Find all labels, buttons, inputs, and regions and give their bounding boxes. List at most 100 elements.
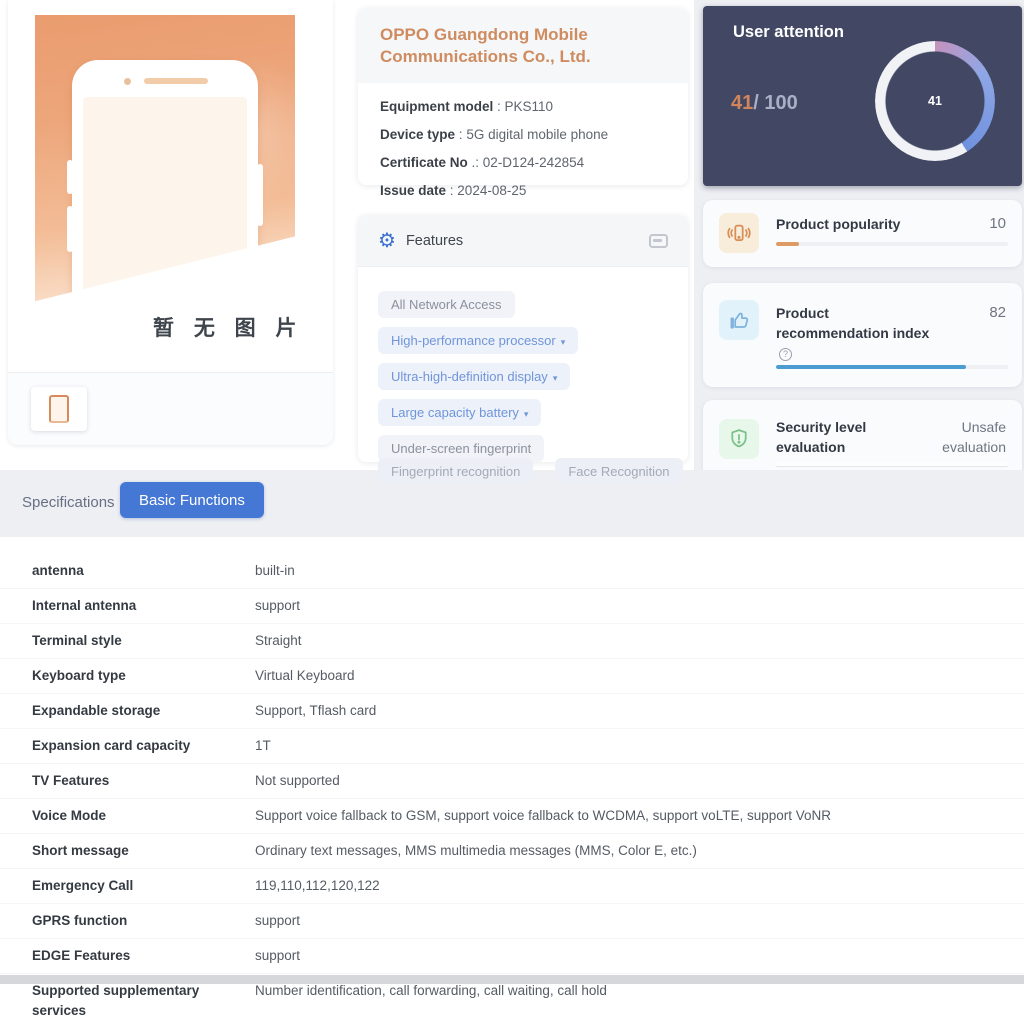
phone-side-button [257,164,263,226]
spec-table-row: antennabuilt-in [0,554,1024,589]
field-label: Equipment model [380,99,493,114]
spec-table-row: Voice ModeSupport voice fallback to GSM,… [0,799,1024,834]
feature-tag[interactable]: Ultra-high-definition display▾ [378,363,570,390]
phone-side-button [67,160,73,194]
spec-label: antenna [0,561,223,581]
product-image-placeholder: 暂 无 图 片 [35,15,295,345]
features-title: Features [406,233,463,249]
phone-side-button [67,206,73,252]
user-attention-score: 41/ 100 [731,92,798,115]
spec-label: EDGE Features [0,946,223,966]
chevron-down-icon: ▾ [553,373,558,383]
spec-value: built-in [223,561,1024,581]
field-separator: : [446,183,457,198]
user-attention-card: User attention 41/ 100 41 [703,6,1022,186]
spec-table-row: TV FeaturesNot supported [0,764,1024,799]
company-fields: Equipment model : PKS110 Device type : 5G… [358,83,688,198]
gear-icon: ⚙ [378,231,396,251]
spec-label: Terminal style [0,631,223,651]
field-separator: : [455,127,466,142]
field-separator: .: [468,155,483,170]
spec-value: 119,110,112,120,122 [223,876,1024,896]
metric-title: Security level evaluation [776,417,896,457]
phone-camera-dot [124,78,131,85]
feature-tag-list: All Network Access High-performance proce… [358,267,688,462]
tab-specifications[interactable]: Specifications [22,494,115,511]
metric-value: 10 [989,214,1006,234]
metric-progress-fill [776,242,799,246]
metric-progress-track [776,242,1008,246]
company-name: OPPO Guangdong Mobile Communications Co.… [380,24,666,69]
field-value: 2024-08-25 [457,183,526,198]
spec-table-row: Emergency Call119,110,112,120,122 [0,869,1024,904]
spec-label: Short message [0,841,223,861]
spec-label: Emergency Call [0,876,223,896]
spec-table-row: Short messageOrdinary text messages, MMS… [0,834,1024,869]
product-popularity-card: Product popularity 10 [703,200,1022,267]
spec-label: Voice Mode [0,806,223,826]
tab-basic-functions[interactable]: Basic Functions [120,482,264,518]
score-denominator: / 100 [753,92,797,114]
field-label: Device type [380,127,455,142]
metric-progress-fill [776,365,966,369]
spec-value: support [223,946,1024,966]
spec-label: Expandable storage [0,701,223,721]
spec-label: Expansion card capacity [0,736,223,756]
feature-tag[interactable]: Large capacity battery▾ [378,399,541,426]
feature-tag[interactable]: Fingerprint recognition [378,458,533,484]
spec-table-row: Keyboard typeVirtual Keyboard [0,659,1024,694]
company-card-header: OPPO Guangdong Mobile Communications Co.… [358,8,688,83]
score-value: 41 [731,92,753,114]
field-separator: : [493,99,504,114]
spec-table-row: Expandable storageSupport, Tflash card [0,694,1024,729]
spec-table-row: EDGE Featuressupport [0,939,1024,974]
field-value: PKS110 [505,99,554,114]
spec-value: Not supported [223,771,1024,791]
features-header: ⚙ Features [358,215,688,267]
card-view-icon[interactable] [649,234,668,248]
chevron-down-icon: ▾ [561,337,566,347]
product-image-panel: 暂 无 图 片 [8,0,333,445]
feature-tag[interactable]: All Network Access [378,291,515,318]
basic-functions-table: antennabuilt-inInternal antennasupportTe… [0,537,1024,975]
spec-table-row: Internal antennasupport [0,589,1024,624]
gauge-center-label: 41 [875,41,995,161]
spec-table-row: Expansion card capacity1T [0,729,1024,764]
chevron-down-icon: ▾ [524,409,529,419]
user-attention-title: User attention [733,23,844,42]
shield-alert-icon [719,419,759,459]
spec-label: Internal antenna [0,596,223,616]
company-field-row: Device type : 5G digital mobile phone [380,127,666,142]
feature-tag[interactable]: High-performance processor▾ [378,327,578,354]
phone-speaker [144,78,208,84]
certification-page: 暂 无 图 片 OPPO Guangdong Mobile Communicat… [0,0,1024,984]
spec-value: support [223,596,1024,616]
recommendation-index-card: Product recommendation index? 82 [703,283,1022,387]
clipped-tag-row: Fingerprint recognition Face Recognition [378,458,708,484]
metric-progress-track [776,462,1008,466]
no-image-label: 暂 无 图 片 [153,312,295,342]
image-thumbnail[interactable] [31,387,87,431]
metric-title: Product popularity [776,214,900,234]
spec-label: TV Features [0,771,223,791]
spec-label: Keyboard type [0,666,223,686]
spec-value: Virtual Keyboard [223,666,1024,686]
spec-label: Supported supplementary services [0,981,223,1021]
field-value: 02-D124-242854 [483,155,584,170]
company-info-card: OPPO Guangdong Mobile Communications Co.… [358,8,688,185]
metric-title: Product recommendation index? [776,303,936,363]
spec-table-row: Terminal styleStraight [0,624,1024,659]
spec-value: Support, Tflash card [223,701,1024,721]
feature-tag[interactable]: Face Recognition [555,458,682,484]
clipped-tags-wrap: Fingerprint recognition Face Recognition [378,458,708,484]
spec-value: support [223,911,1024,931]
help-icon[interactable]: ? [779,348,792,361]
metric-progress-track [776,365,1008,369]
thumbnail-phone-icon [49,395,69,423]
spec-value: Number identification, call forwarding, … [223,981,1024,1001]
features-card: ⚙ Features All Network Access High-perfor… [358,215,688,462]
spec-label: GPRS function [0,911,223,931]
security-evaluation-card: Security level evaluation Unsafe evaluat… [703,400,1022,478]
vibrating-phone-icon [719,213,759,253]
thumbnail-strip [8,372,333,445]
